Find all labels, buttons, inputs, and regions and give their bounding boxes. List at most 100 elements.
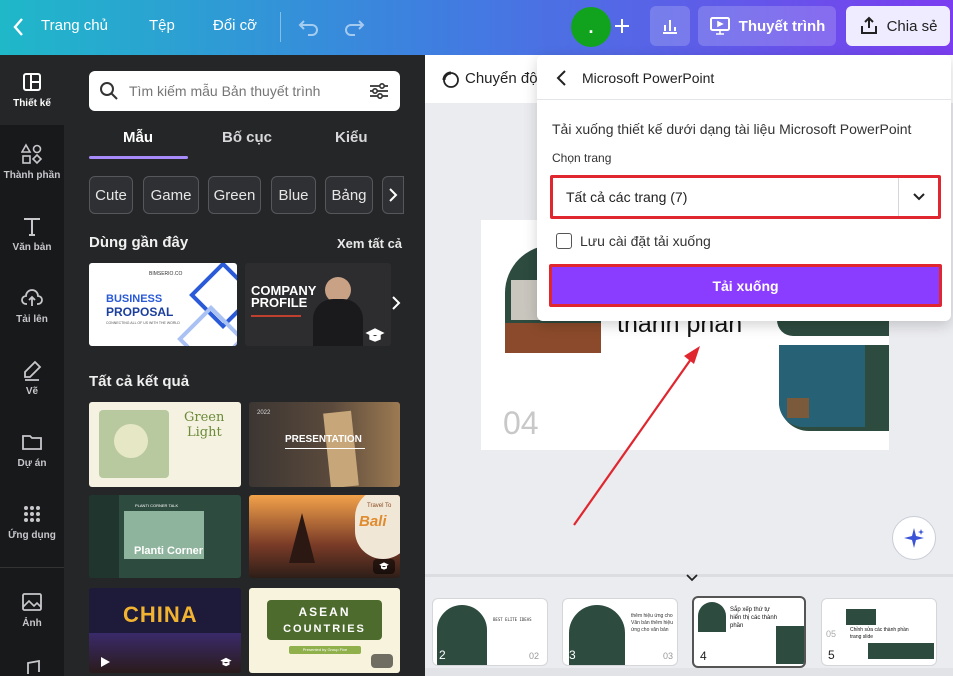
- music-icon[interactable]: [22, 660, 42, 676]
- analytics-button[interactable]: [650, 6, 690, 46]
- decor-line: [251, 315, 301, 317]
- bar-chart-icon: [663, 20, 677, 34]
- template-photo: [114, 424, 148, 458]
- save-settings-label: Lưu cài đặt tải xuống: [580, 233, 711, 249]
- download-button[interactable]: Tải xuống: [549, 264, 942, 307]
- rail-item-elements[interactable]: Thành phần: [0, 127, 64, 197]
- rail-item-projects[interactable]: Dự án: [0, 415, 64, 485]
- chip-green[interactable]: Green: [208, 176, 261, 214]
- temple-photo: [289, 513, 315, 563]
- undo-icon[interactable]: [298, 15, 320, 37]
- top-bar: Trang chủ Tệp Đổi cỡ . Thuyết trình Chia…: [0, 0, 953, 55]
- avatar[interactable]: .: [571, 7, 611, 47]
- thumb-text: BEST ELITE IDEAS: [493, 617, 532, 622]
- template-title: PROFILE: [251, 295, 308, 310]
- pages-select-value: Tất cả các trang (7): [566, 189, 688, 205]
- rail-item-apps[interactable]: Ứng dụng: [0, 487, 64, 557]
- presentation-icon: [709, 17, 730, 35]
- tab-layouts[interactable]: Bố cục: [222, 129, 272, 146]
- resize-menu[interactable]: Đổi cỡ: [213, 17, 257, 34]
- chip-blue[interactable]: Blue: [271, 176, 316, 214]
- rail-item-text[interactable]: Văn bản: [0, 199, 64, 269]
- premium-crown-icon: [365, 328, 385, 342]
- rail-item-design[interactable]: Thiết kế: [0, 55, 64, 125]
- select-pages-label: Chọn trang: [552, 151, 612, 165]
- search-box[interactable]: [89, 71, 400, 111]
- rail-label: Dự án: [17, 458, 47, 469]
- popup-title: Microsoft PowerPoint: [582, 70, 715, 86]
- tab-styles[interactable]: Kiểu: [335, 129, 368, 146]
- decor-line: [285, 448, 365, 449]
- all-results-heading: Tất cả kết quả: [89, 373, 190, 390]
- page-thumbnail-5[interactable]: 05 Chỉnh sửa các thành phần trang slide …: [821, 598, 937, 666]
- annotation-arrow: [573, 346, 700, 526]
- rail-item-photos[interactable]: Ảnh: [0, 575, 64, 645]
- home-link[interactable]: Trang chủ: [41, 17, 108, 34]
- chip-table[interactable]: Bảng: [325, 176, 373, 214]
- plus-icon[interactable]: [612, 16, 632, 36]
- template-script: Travel To: [367, 503, 392, 509]
- brand-text: BIMSERIO.CO: [149, 271, 183, 277]
- result-template-bali[interactable]: Travel To Bali: [249, 495, 400, 578]
- share-label: Chia sẻ: [886, 17, 938, 35]
- result-template-presentation[interactable]: 2022 PRESENTATION: [249, 402, 400, 487]
- tab-templates[interactable]: Mẫu: [123, 129, 153, 146]
- result-template-green-light[interactable]: Green Light: [89, 402, 241, 487]
- present-button[interactable]: Thuyết trình: [698, 6, 836, 46]
- chevron-down-icon[interactable]: [686, 574, 698, 582]
- play-icon: [101, 657, 110, 667]
- template-title: Bali: [359, 513, 387, 530]
- chips-next-button[interactable]: [382, 176, 404, 214]
- divider: [537, 99, 951, 100]
- result-template-planti-corner[interactable]: PLANTI CORNER TALK Planti Corner: [89, 495, 241, 578]
- download-popup: Microsoft PowerPoint Tải xuống thiết kế …: [537, 55, 951, 321]
- result-template-asean[interactable]: ASEAN COUNTRIES Presented by Group Five: [249, 588, 400, 673]
- present-label: Thuyết trình: [738, 17, 826, 35]
- see-all-link[interactable]: Xem tất cả: [337, 236, 402, 251]
- result-template-china[interactable]: CHINA: [89, 588, 241, 673]
- chevron-right-icon: [389, 188, 398, 202]
- transition-button[interactable]: Chuyển độ: [465, 70, 538, 87]
- template-subtitle: Presented by Group Five: [302, 647, 348, 652]
- templates-panel: Mẫu Bố cục Kiểu Cute Game Green Blue Bản…: [64, 55, 425, 676]
- share-button[interactable]: Chia sẻ: [846, 6, 950, 46]
- filmstrip-horizontal-scrollbar[interactable]: [425, 668, 953, 676]
- filter-sliders-icon[interactable]: [368, 81, 390, 101]
- pages-select[interactable]: Tất cả các trang (7): [550, 175, 941, 219]
- select-toggle[interactable]: [898, 178, 938, 216]
- text-icon: [24, 218, 40, 236]
- template-title: Light: [187, 425, 222, 440]
- page-number: 3: [569, 648, 576, 662]
- rail-item-uploads[interactable]: Tải lên: [0, 271, 64, 341]
- divider: [0, 567, 64, 568]
- thumb-corner-number: 03: [663, 651, 674, 661]
- chip-game[interactable]: Game: [143, 176, 199, 214]
- rail-label: Ứng dụng: [8, 530, 56, 541]
- recent-next-icon[interactable]: [391, 295, 401, 311]
- thumb-photo: [776, 626, 804, 664]
- thumb-photo: [569, 605, 625, 665]
- page-thumbnail-2[interactable]: BEST ELITE IDEAS 02 2: [432, 598, 548, 666]
- chip-cute[interactable]: Cute: [89, 176, 133, 214]
- premium-crown-icon: [379, 562, 389, 570]
- chair-photo: [787, 398, 809, 418]
- back-chevron-icon[interactable]: [555, 69, 567, 87]
- redo-icon[interactable]: [343, 15, 365, 37]
- leaf-photo: [89, 495, 119, 578]
- rail-label: Tải lên: [16, 314, 48, 325]
- chevron-left-icon[interactable]: [12, 17, 24, 37]
- page-thumbnail-4-active[interactable]: Sắp xếp thứ tự hiển thị các thành phần 4: [692, 596, 806, 668]
- magic-assistant-button[interactable]: [892, 516, 936, 560]
- search-input[interactable]: [129, 83, 358, 99]
- recent-template-business-proposal[interactable]: BIMSERIO.CO BUSINESS PROPOSAL CONNECTING…: [89, 263, 237, 346]
- premium-badge: [371, 654, 393, 668]
- rail-label: Ảnh: [22, 618, 42, 629]
- active-tab-indicator: [89, 156, 188, 159]
- recent-template-company-profile[interactable]: COMPANY PROFILE: [245, 263, 391, 346]
- file-menu[interactable]: Tệp: [149, 17, 175, 34]
- save-settings-checkbox[interactable]: [556, 233, 572, 249]
- sparkle-icon: [904, 528, 924, 548]
- transition-icon[interactable]: [440, 70, 460, 90]
- page-thumbnail-3[interactable]: thêm hiệu ứng cho Văn bản thêm hiệu ứng …: [562, 598, 678, 666]
- rail-item-draw[interactable]: Vẽ: [0, 343, 64, 413]
